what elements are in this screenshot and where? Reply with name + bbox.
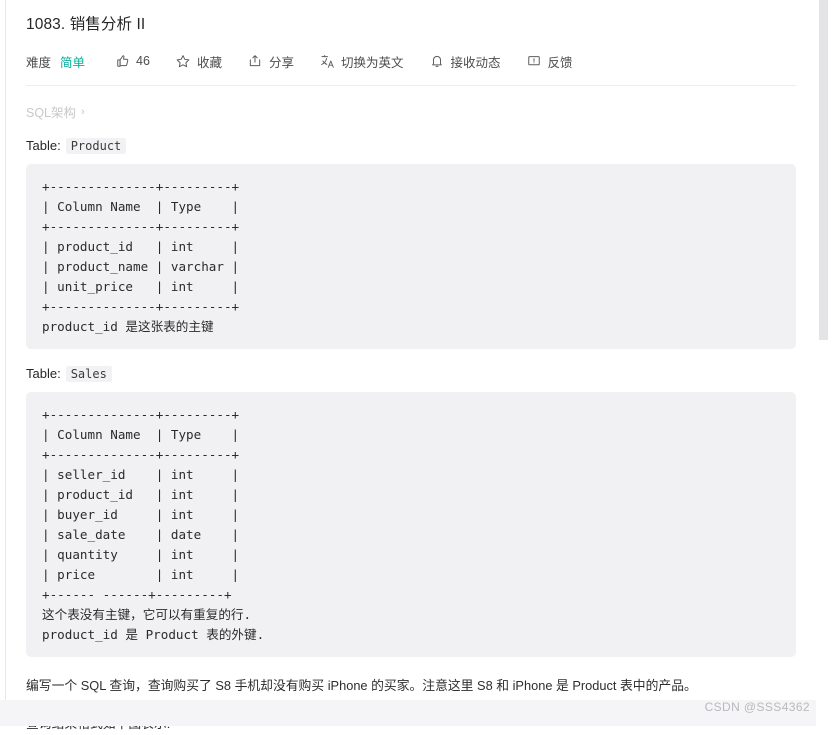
feedback-button[interactable]: 反馈 [527, 52, 573, 71]
breadcrumb[interactable]: SQL架构 › [26, 102, 796, 121]
toolbar-divider [26, 85, 796, 86]
breadcrumb-item-sql-schema[interactable]: SQL架构 [26, 102, 76, 121]
difficulty-label: 难度 [26, 55, 52, 70]
schema-code-block-sales: +--------------+---------+ | Column Name… [26, 392, 796, 657]
translate-button[interactable]: 切换为英文 [320, 52, 404, 71]
favorite-label: 收藏 [196, 55, 222, 70]
problem-toolbar: 难度 简单 46 收藏 分享 切换为英文 接收动态 反馈 [26, 50, 796, 72]
table-caption-sales: Table: Sales [26, 366, 796, 382]
favorite-button[interactable]: 收藏 [176, 52, 222, 71]
thumbs-up-icon [115, 54, 130, 69]
like-count: 46 [136, 54, 150, 68]
table-name-chip: Product [65, 138, 127, 154]
chevron-right-icon: › [81, 105, 85, 118]
translate-icon [320, 54, 335, 69]
share-label: 分享 [268, 55, 294, 70]
problem-content-panel: 1083. 销售分析 II 难度 简单 46 收藏 分享 切换为英文 接收动态 … [6, 0, 816, 731]
page-title: 1083. 销售分析 II [26, 16, 146, 33]
table-name-chip: Sales [65, 366, 112, 382]
share-button[interactable]: 分享 [248, 52, 294, 71]
table-caption-product: Table: Product [26, 138, 796, 154]
vertical-scrollbar[interactable] [816, 0, 832, 726]
subscribe-button[interactable]: 接收动态 [429, 52, 501, 71]
difficulty-value: 简单 [60, 55, 86, 70]
comment-icon [527, 54, 542, 69]
difficulty-group: 难度 简单 [26, 52, 85, 71]
schema-code-block-product: +--------------+---------+ | Column Name… [26, 164, 796, 349]
bell-icon [429, 54, 444, 69]
watermark: CSDN @SSS4362 [704, 700, 810, 714]
vertical-scrollbar-thumb[interactable] [819, 0, 828, 340]
task-description: 编写一个 SQL 查询，查询购买了 S8 手机却没有购买 iPhone 的买家。… [26, 678, 697, 693]
table-caption-label: Table: [26, 366, 61, 381]
subscribe-label: 接收动态 [450, 55, 501, 70]
feedback-label: 反馈 [547, 55, 573, 70]
table-caption-label: Table: [26, 138, 61, 153]
like-button[interactable]: 46 [115, 54, 150, 69]
star-icon [176, 54, 191, 69]
translate-label: 切换为英文 [340, 55, 404, 70]
share-icon [248, 54, 263, 69]
